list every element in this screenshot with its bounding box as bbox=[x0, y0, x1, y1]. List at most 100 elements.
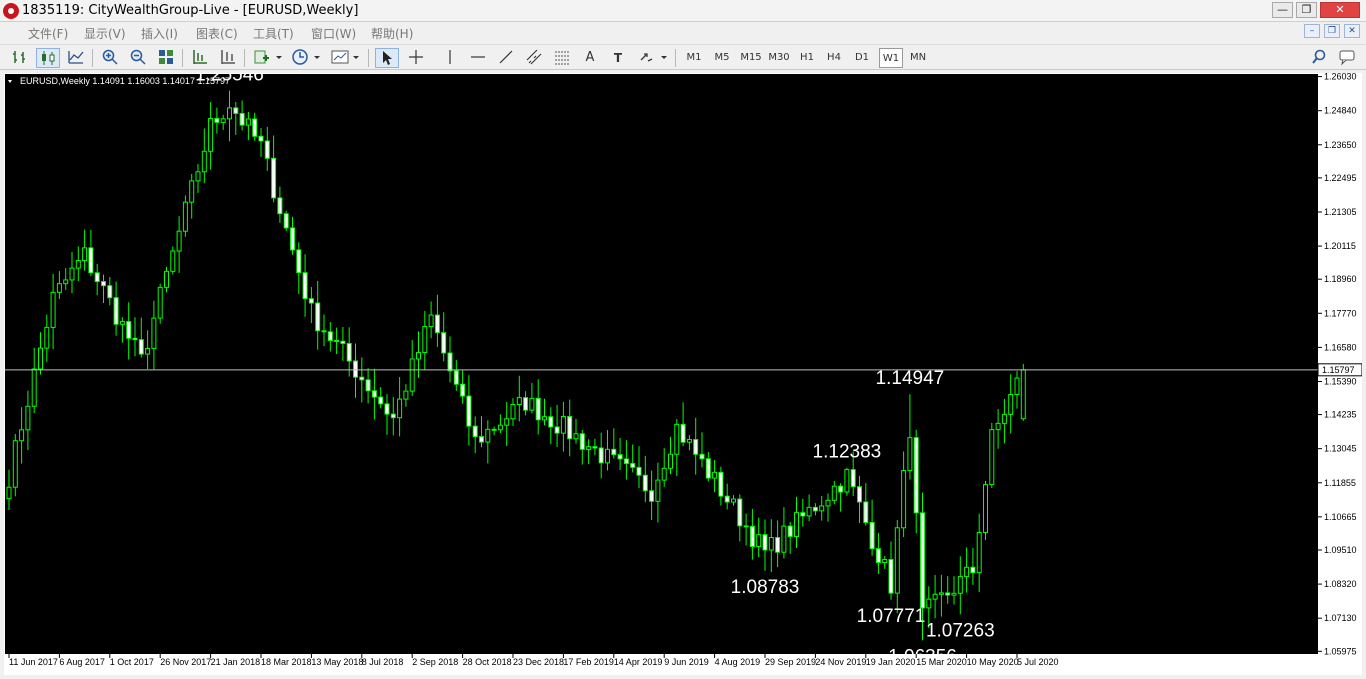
chart-shift-button[interactable] bbox=[188, 48, 212, 68]
menu-view[interactable]: 显示(V) bbox=[84, 25, 126, 42]
timeframe-m15[interactable]: M15 bbox=[737, 48, 765, 68]
candle-body bbox=[901, 470, 907, 529]
mdi-minimize-button[interactable]: – bbox=[1304, 24, 1320, 38]
timeframe-mn[interactable]: MN bbox=[906, 48, 930, 68]
price-tick-label: 1.21305 bbox=[1324, 207, 1357, 217]
chart-shift-icon bbox=[193, 50, 207, 64]
date-tick-label: 14 Apr 2019 bbox=[614, 657, 663, 667]
candle-body bbox=[529, 397, 535, 411]
menu-charts[interactable]: 图表(C) bbox=[196, 25, 238, 42]
candle-body bbox=[548, 416, 554, 428]
price-chart[interactable]: EURUSD,Weekly 1.14091 1.16003 1.14017 1.… bbox=[4, 73, 1362, 675]
trendline-button[interactable] bbox=[494, 48, 518, 68]
close-button[interactable]: ✕ bbox=[1320, 2, 1360, 18]
menu-tools[interactable]: 工具(T) bbox=[253, 25, 294, 42]
arrows-button[interactable] bbox=[636, 48, 670, 68]
zoom-in-button[interactable] bbox=[98, 48, 122, 68]
timeframe-m5[interactable]: M5 bbox=[710, 48, 734, 68]
horizontal-line-button[interactable] bbox=[466, 48, 490, 68]
equidistant-channel-button[interactable] bbox=[522, 48, 546, 68]
candle-body bbox=[775, 537, 781, 553]
date-tick-label: 11 Jun 2017 bbox=[9, 657, 58, 667]
candle-body bbox=[472, 425, 478, 438]
crosshair-button[interactable] bbox=[404, 48, 428, 68]
cursor-icon bbox=[383, 51, 392, 65]
timeframe-w1[interactable]: W1 bbox=[879, 48, 903, 68]
candle-body bbox=[850, 469, 856, 488]
autoscroll-button[interactable] bbox=[216, 48, 240, 68]
candle-body bbox=[995, 422, 1001, 431]
text-tool-button[interactable]: A bbox=[578, 48, 602, 68]
candle-body bbox=[447, 352, 453, 372]
tile-windows-button[interactable] bbox=[154, 48, 178, 68]
mdi-restore-button[interactable]: ❐ bbox=[1324, 24, 1340, 38]
vertical-line-button[interactable] bbox=[438, 48, 462, 68]
candle-body bbox=[869, 521, 875, 550]
candle-body bbox=[1020, 369, 1026, 420]
maximize-button[interactable]: ❐ bbox=[1296, 2, 1317, 18]
candle-body bbox=[227, 107, 232, 120]
candle-body bbox=[611, 448, 617, 456]
text-label-tool-button[interactable]: T bbox=[606, 48, 630, 68]
date-tick-label: 2 Sep 2018 bbox=[412, 657, 458, 667]
candle-body bbox=[422, 326, 428, 354]
bar-chart-icon bbox=[13, 51, 25, 63]
candle-body bbox=[913, 437, 919, 514]
templates-button[interactable] bbox=[328, 48, 362, 68]
candle-body bbox=[825, 499, 831, 507]
date-tick-label: 18 Mar 2018 bbox=[261, 657, 312, 667]
candle-body bbox=[756, 534, 762, 548]
search-button[interactable] bbox=[1308, 48, 1330, 68]
candle-body bbox=[781, 525, 787, 553]
candle-body bbox=[510, 404, 516, 420]
mdi-close-button[interactable]: ✕ bbox=[1344, 24, 1360, 38]
date-tick-label: 4 Aug 2019 bbox=[715, 657, 761, 667]
line-chart-button[interactable] bbox=[64, 48, 88, 68]
candle-body bbox=[384, 403, 390, 415]
date-tick-label: 5 Jul 2020 bbox=[1017, 657, 1059, 667]
candle-body bbox=[749, 525, 755, 548]
candle-body bbox=[416, 352, 421, 360]
date-tick-label: 8 Jul 2018 bbox=[362, 657, 404, 667]
candlestick-button[interactable] bbox=[36, 48, 60, 68]
timeframe-h1[interactable]: H1 bbox=[795, 48, 819, 68]
candle-body bbox=[12, 440, 18, 488]
toolbar: A T M1 M5 M15 M30 H1 H4 D1 W1 MN bbox=[0, 44, 1366, 70]
zoom-out-button[interactable] bbox=[126, 48, 150, 68]
menu-file[interactable]: 文件(F) bbox=[28, 25, 68, 42]
candle-body bbox=[132, 337, 138, 341]
candle-body bbox=[668, 453, 673, 469]
cursor-button[interactable] bbox=[375, 48, 399, 68]
date-tick-label: 21 Jan 2018 bbox=[211, 657, 261, 667]
candle-body bbox=[693, 439, 699, 455]
price-tick-label: 1.14235 bbox=[1324, 410, 1357, 420]
chat-button[interactable] bbox=[1336, 48, 1358, 68]
bar-chart-button[interactable] bbox=[8, 48, 32, 68]
menu-help[interactable]: 帮助(H) bbox=[371, 25, 413, 42]
tile-windows-icon bbox=[159, 50, 173, 64]
candle-body bbox=[138, 339, 144, 355]
candle-body bbox=[107, 285, 113, 299]
candle-body bbox=[573, 433, 579, 440]
candle-body bbox=[831, 485, 837, 501]
candle-body bbox=[812, 506, 818, 512]
window-title: 1835119: CityWealthGroup-Live - [EURUSD,… bbox=[22, 3, 359, 18]
candle-body bbox=[926, 598, 932, 609]
timeframe-h4[interactable]: H4 bbox=[822, 48, 846, 68]
candle-body bbox=[567, 416, 573, 440]
fibonacci-button[interactable] bbox=[550, 48, 574, 68]
indicators-button[interactable] bbox=[251, 48, 285, 68]
candle-body bbox=[290, 227, 295, 251]
candle-body bbox=[126, 321, 132, 339]
candle-body bbox=[334, 339, 340, 342]
candle-body bbox=[875, 548, 881, 563]
periods-button[interactable] bbox=[289, 48, 323, 68]
candle-body bbox=[800, 512, 806, 517]
timeframe-m30[interactable]: M30 bbox=[765, 48, 793, 68]
timeframe-m1[interactable]: M1 bbox=[682, 48, 706, 68]
timeframe-d1[interactable]: D1 bbox=[850, 48, 874, 68]
candle-body bbox=[598, 447, 604, 464]
minimize-button[interactable]: — bbox=[1272, 2, 1293, 18]
menu-insert[interactable]: 插入(I) bbox=[141, 25, 178, 42]
menu-window[interactable]: 窗口(W) bbox=[311, 25, 356, 42]
